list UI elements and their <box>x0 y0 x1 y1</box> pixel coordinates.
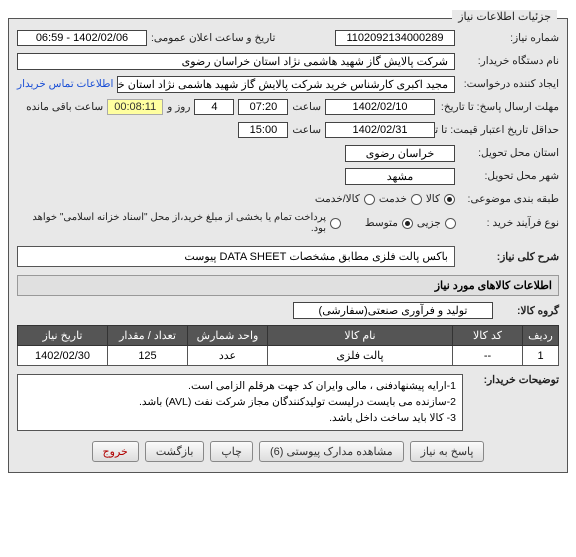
day-and-label: روز و <box>167 101 190 113</box>
purchase-type-label: نوع فرآیند خرید : <box>460 217 559 229</box>
pay-note: پرداخت تمام یا بخشی از مبلغ خرید،از محل … <box>17 212 326 234</box>
buyer-notes-text: 1-ارایه پیشنهادفنی ، مالی وایران کد جهت … <box>17 374 463 431</box>
province-label: استان محل تحویل: <box>459 147 559 159</box>
validity-date: 1402/02/31 <box>325 122 435 138</box>
province-value: خراسان رضوی <box>345 145 455 162</box>
announce-value: 1402/02/06 - 06:59 <box>17 30 147 46</box>
requester-value: مجید اکبری کارشناس خرید شرکت پالایش گاز … <box>117 76 455 93</box>
reply-button[interactable]: پاسخ به نیاز <box>410 441 485 462</box>
need-no-label: شماره نیاز: <box>459 32 559 44</box>
pay-checkbox[interactable] <box>330 218 341 229</box>
category-both[interactable]: کالا/خدمت <box>315 193 375 205</box>
time-label-1: ساعت <box>292 101 321 113</box>
th-qty: تعداد / مقدار <box>108 326 188 346</box>
category-label: طبقه بندی موضوعی: <box>459 193 559 205</box>
validity-label: حداقل تاریخ اعتبار قیمت: تا تاریخ: <box>439 124 559 136</box>
exit-button[interactable]: خروج <box>92 441 139 462</box>
th-name: نام کالا <box>268 326 453 346</box>
th-idx: ردیف <box>523 326 559 346</box>
deadline-date: 1402/02/10 <box>325 99 435 115</box>
th-code: کد کالا <box>453 326 523 346</box>
panel-title: جزئیات اطلاعات نیاز <box>452 10 557 23</box>
city-value: مشهد <box>345 168 455 185</box>
city-label: شهر محل تحویل: <box>459 170 559 182</box>
time-label-2: ساعت <box>292 124 321 136</box>
table-row: 1 -- پالت فلزی عدد 125 1402/02/30 <box>18 346 559 366</box>
category-service[interactable]: خدمت <box>379 193 422 205</box>
print-button[interactable]: چاپ <box>210 441 253 462</box>
need-details-panel: جزئیات اطلاعات نیاز شماره نیاز: 11020921… <box>8 18 568 473</box>
validity-time: 15:00 <box>238 122 288 138</box>
ptype-minor[interactable]: جزیی <box>417 217 456 229</box>
days-left: 4 <box>194 99 234 115</box>
back-button[interactable]: بازگشت <box>145 441 205 462</box>
th-date: تاریخ نیاز <box>18 326 108 346</box>
ptype-medium[interactable]: متوسط <box>365 217 413 229</box>
desc-title-value: باکس پالت فلزی مطابق مشخصات DATA SHEET پ… <box>17 246 455 267</box>
buyer-contact-link[interactable]: اطلاعات تماس خریدار <box>17 78 113 90</box>
goods-group-label: گروه کالا: <box>499 305 559 317</box>
remaining-label: ساعت باقی مانده <box>26 101 103 113</box>
announce-label: تاریخ و ساعت اعلان عمومی: <box>151 32 275 44</box>
buyer-org-value: شرکت پالایش گاز شهید هاشمی نژاد استان خر… <box>17 53 455 70</box>
buyer-notes-label: توضیحات خریدار: <box>469 374 559 386</box>
th-unit: واحد شمارش <box>188 326 268 346</box>
desc-title-label: شرح کلی نیاز: <box>459 251 559 263</box>
items-table: ردیف کد کالا نام کالا واحد شمارش تعداد /… <box>17 325 559 366</box>
deadline-time: 07:20 <box>238 99 288 115</box>
buyer-org-label: نام دستگاه خریدار: <box>459 55 559 67</box>
deadline-label: مهلت ارسال پاسخ: تا تاریخ: <box>439 101 559 113</box>
requester-label: ایجاد کننده درخواست: <box>459 78 559 90</box>
countdown-timer: 00:08:11 <box>107 99 163 115</box>
goods-group-value: تولید و فرآوری صنعتی(سفارشی) <box>293 302 493 319</box>
goods-section-header: اطلاعات کالاهای مورد نیاز <box>17 275 559 296</box>
category-goods[interactable]: کالا <box>426 193 455 205</box>
attachments-button[interactable]: مشاهده مدارک پیوستی (6) <box>259 441 404 462</box>
need-no-value: 1102092134000289 <box>335 30 455 46</box>
